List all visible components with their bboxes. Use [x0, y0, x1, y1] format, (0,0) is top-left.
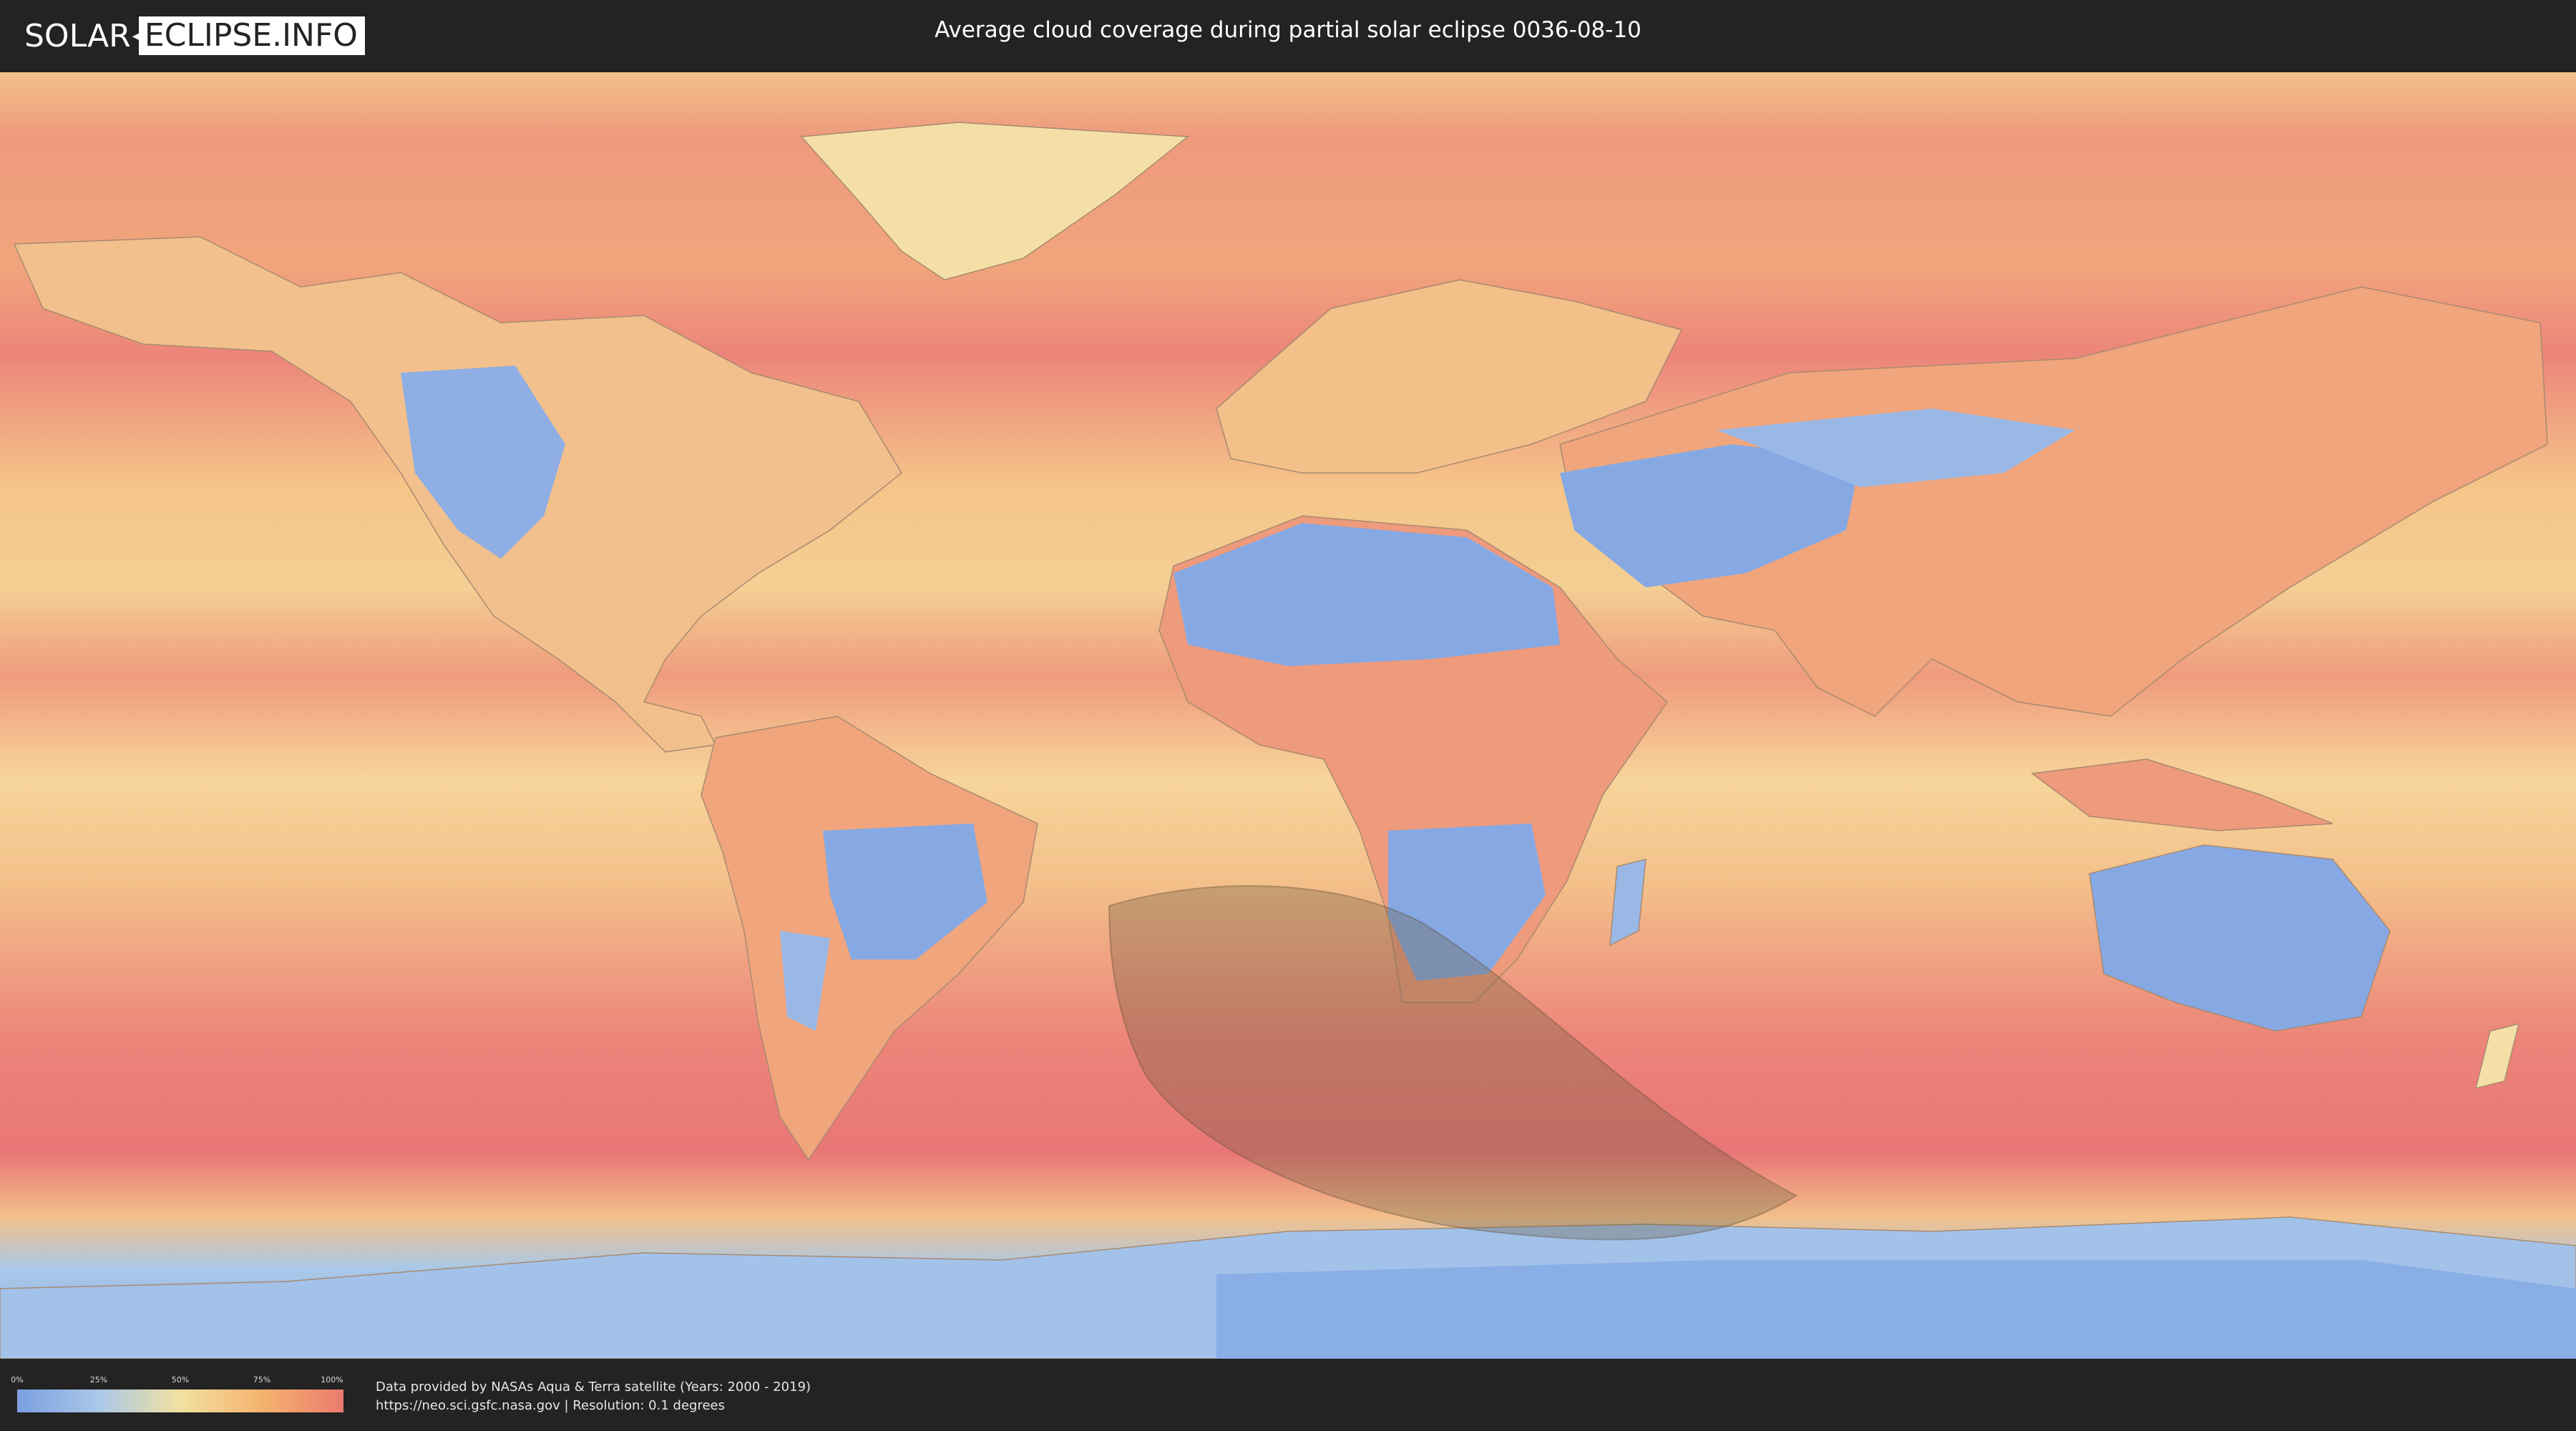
cloud-coverage-color-scale — [17, 1390, 343, 1412]
scale-tick-label: 75% — [253, 1375, 271, 1384]
scale-tick-labels: 0% 25% 50% 75% 100% — [11, 1375, 343, 1387]
scale-tick-label: 25% — [89, 1375, 108, 1384]
data-credits: Data provided by NASAs Aqua & Terra sate… — [376, 1378, 811, 1415]
credit-line-url: https://neo.sci.gsfc.nasa.gov | Resoluti… — [376, 1398, 725, 1413]
page-title: Average cloud coverage during partial so… — [935, 17, 1641, 43]
cloud-coverage-map[interactable] — [0, 72, 2576, 1359]
credit-line-source: Data provided by NASAs Aqua & Terra sate… — [376, 1379, 811, 1395]
scale-tick-label: 50% — [171, 1375, 190, 1384]
world-map-canvas — [0, 72, 2576, 1359]
top-bar: SOLAR ◂ ECLIPSE.INFO Average cloud cover… — [0, 0, 2576, 72]
scale-tick-label: 100% — [321, 1375, 343, 1384]
scale-tick-label: 0% — [11, 1375, 24, 1384]
antarctica-clear-core — [1216, 1260, 2576, 1359]
